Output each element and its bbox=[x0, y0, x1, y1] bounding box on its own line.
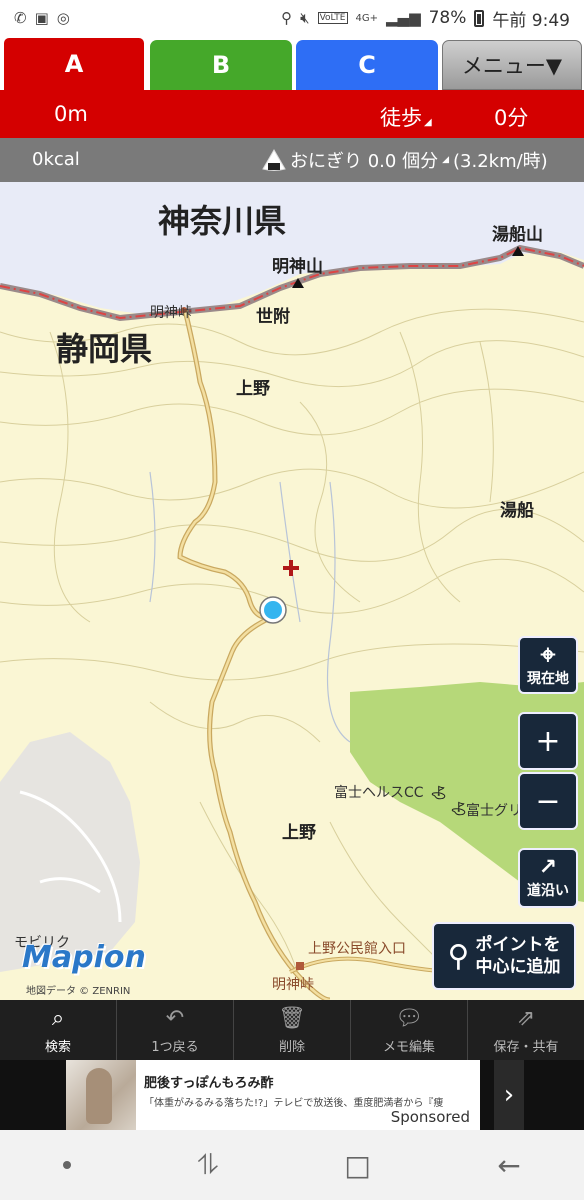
onigiri-selector[interactable]: おにぎり 0.0 個分 ◢ (3.2km/時) bbox=[262, 147, 548, 173]
map-attribution: 地図データ © ZENRIN bbox=[26, 986, 131, 997]
tab-c[interactable]: C bbox=[296, 40, 438, 90]
undo-icon: ↶ bbox=[165, 1006, 185, 1031]
current-location-label: 現在地 bbox=[527, 671, 569, 687]
golf-icon: ⛳︎ bbox=[430, 786, 447, 801]
share-icon: ⇗ bbox=[516, 1006, 536, 1031]
calorie-info-bar: 0kcal おにぎり 0.0 個分 ◢ (3.2km/時) bbox=[0, 138, 584, 182]
delete-button[interactable]: 🗑︎ 削除 bbox=[234, 1000, 351, 1060]
search-button[interactable]: ⌕ 検索 bbox=[0, 1000, 117, 1060]
recent-apps-icon[interactable]: ⥮ bbox=[198, 1148, 218, 1182]
add-point-line2: 中心に追加 bbox=[475, 957, 561, 977]
back-icon[interactable]: ← bbox=[497, 1149, 520, 1182]
bus-stop-marker bbox=[296, 962, 304, 970]
clock: 午前 9:49 bbox=[492, 10, 570, 31]
dropdown-corner-icon: ◢ bbox=[424, 117, 432, 128]
search-label: 検索 bbox=[44, 1039, 71, 1055]
nav-dot-icon[interactable] bbox=[63, 1161, 72, 1169]
ad-content[interactable]: 肥後すっぽんもろみ酢 「体重がみるみる落ちた!?」テレビで放送後、重度肥満者から… bbox=[66, 1060, 480, 1130]
memo-edit-label: メモ編集 bbox=[382, 1039, 435, 1055]
label-myojintoge-bottom: 明神峠 bbox=[272, 977, 314, 993]
ad-title: 肥後すっぽんもろみ酢 bbox=[144, 1076, 274, 1091]
map-view[interactable]: 神奈川県 静岡県 明神山 湯船山 明神峠 世附 上野 湯船 富士ヘルスCC 富士… bbox=[0, 182, 584, 1000]
ad-description: 「体重がみるみる落ちた!?」テレビで放送後、重度肥満者から『痩 bbox=[144, 1098, 444, 1109]
label-shizuoka: 静岡県 bbox=[56, 330, 153, 368]
golf-icon: ⛳︎ bbox=[450, 802, 467, 817]
along-road-button[interactable]: ↗ 道沿い bbox=[518, 848, 578, 908]
calories: 0kcal bbox=[32, 149, 80, 170]
add-point-line1: ポイントを bbox=[475, 934, 561, 955]
onigiri-count: おにぎり 0.0 個分 bbox=[290, 151, 439, 172]
route-summary-bar: 0m 徒歩 ◢ 0分 bbox=[0, 90, 584, 138]
dropdown-corner-icon: ◢ bbox=[442, 155, 449, 165]
data-saver-icon: ◎ bbox=[56, 9, 70, 27]
map-pin-icon: ⚲ bbox=[447, 938, 470, 974]
battery-percent: 78% bbox=[428, 8, 467, 28]
location-icon: ⚲ bbox=[281, 9, 293, 27]
status-left-icons: ✆ ▣ ◎ bbox=[14, 9, 70, 27]
undo-button[interactable]: ↶ 1つ戻る bbox=[117, 1000, 234, 1060]
label-ueno-top: 上野 bbox=[236, 379, 270, 399]
undo-label: 1つ戻る bbox=[151, 1039, 199, 1055]
memo-edit-button[interactable]: 💬︎ メモ編集 bbox=[351, 1000, 468, 1060]
ad-image bbox=[66, 1060, 136, 1130]
wifi-call-icon: ✆ bbox=[14, 9, 27, 27]
trend-arrow-icon: ↗ bbox=[538, 855, 558, 880]
status-bar: ✆ ▣ ◎ ⚲ 🔇︎ VoLTE 4G+ ▂▄▆ 78% 午前 9:49 bbox=[0, 0, 584, 36]
travel-mode-label: 徒歩 bbox=[380, 106, 422, 130]
route-tabs: A B C メニュー▼ bbox=[0, 36, 584, 90]
travel-mode-selector[interactable]: 徒歩 ◢ bbox=[380, 102, 432, 132]
save-share-button[interactable]: ⇗ 保存・共有 bbox=[468, 1000, 584, 1060]
home-icon[interactable]: □ bbox=[344, 1149, 370, 1182]
label-ueno-bottom: 上野 bbox=[282, 823, 316, 843]
ad-arrow-button[interactable]: › bbox=[494, 1060, 524, 1130]
battery-icon bbox=[474, 9, 485, 27]
current-location-button[interactable]: ⌖ 現在地 bbox=[518, 636, 578, 694]
onigiri-icon bbox=[262, 149, 286, 171]
save-share-label: 保存・共有 bbox=[493, 1039, 559, 1055]
walking-speed: (3.2km/時) bbox=[453, 151, 548, 172]
label-yubune: 湯船 bbox=[500, 501, 534, 521]
signal-icon: ▂▄▆ bbox=[386, 9, 421, 27]
bottom-toolbar: ⌕ 検索 ↶ 1つ戻る 🗑︎ 削除 💬︎ メモ編集 ⇗ 保存・共有 bbox=[0, 1000, 584, 1060]
zoom-out-button[interactable]: − bbox=[518, 772, 578, 830]
label-myojintoge: 明神峠 bbox=[150, 305, 192, 321]
label-fuji-health-cc: 富士ヘルスCC bbox=[334, 785, 424, 801]
search-icon: ⌕ bbox=[51, 1006, 65, 1031]
zoom-in-button[interactable]: + bbox=[518, 712, 578, 770]
tab-b[interactable]: B bbox=[150, 40, 292, 90]
add-point-button[interactable]: ⚲ ポイントを 中心に追加 bbox=[432, 922, 576, 990]
mapion-logo: Mapion bbox=[22, 940, 146, 975]
system-nav-bar: ⥮ □ ← bbox=[0, 1130, 584, 1200]
volte-badge: VoLTE bbox=[317, 12, 348, 24]
along-road-label: 道沿い bbox=[527, 883, 569, 899]
route-time: 0分 bbox=[494, 106, 529, 130]
crosshair-icon: ⌖ bbox=[540, 640, 556, 670]
label-myojinyama: 明神山 bbox=[272, 257, 323, 277]
trash-icon: 🗑︎ bbox=[278, 1006, 306, 1031]
map-canvas bbox=[0, 182, 584, 1000]
status-right-icons: ⚲ 🔇︎ VoLTE 4G+ ▂▄▆ 78% 午前 9:49 bbox=[281, 6, 570, 31]
menu-button[interactable]: メニュー▼ bbox=[442, 40, 582, 90]
label-kanagawa: 神奈川県 bbox=[158, 202, 287, 240]
ad-banner[interactable]: 肥後すっぽんもろみ酢 「体重がみるみる落ちた!?」テレビで放送後、重度肥満者から… bbox=[0, 1060, 584, 1130]
delete-label: 削除 bbox=[278, 1039, 305, 1055]
sim-icon: ▣ bbox=[34, 9, 49, 27]
label-sefu: 世附 bbox=[256, 307, 290, 327]
label-ueno-kominkan: 上野公民館入口 bbox=[308, 941, 406, 957]
route-distance: 0m bbox=[54, 102, 88, 126]
network-type: 4G+ bbox=[355, 12, 379, 24]
memo-icon: 💬︎ bbox=[395, 1006, 423, 1031]
center-crosshair bbox=[283, 560, 299, 576]
ad-sponsored-label: Sponsored bbox=[390, 1108, 470, 1126]
tab-a[interactable]: A bbox=[2, 36, 146, 90]
mute-icon: 🔇︎ bbox=[300, 9, 310, 27]
label-yubuneyama: 湯船山 bbox=[492, 225, 543, 245]
label-fuji-gu: 富士グリ bbox=[466, 803, 522, 819]
